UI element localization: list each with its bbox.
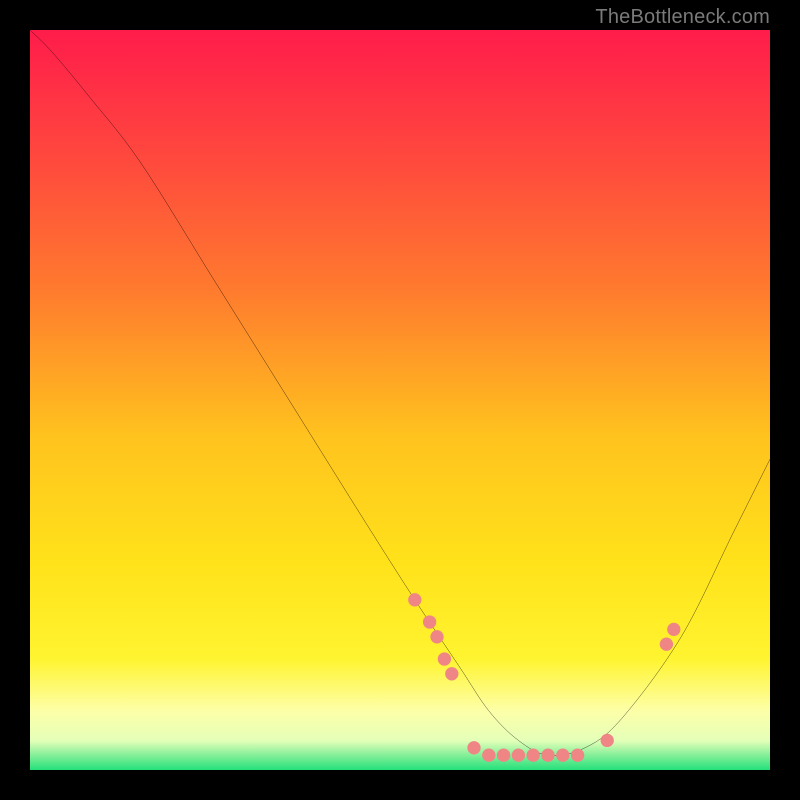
data-point bbox=[482, 749, 495, 762]
data-point bbox=[423, 615, 436, 628]
data-point bbox=[445, 667, 458, 680]
data-point bbox=[601, 734, 614, 747]
data-point bbox=[667, 623, 680, 636]
data-points bbox=[408, 593, 680, 762]
data-point bbox=[512, 749, 525, 762]
data-point bbox=[438, 652, 451, 665]
chart-frame: TheBottleneck.com bbox=[0, 0, 800, 800]
data-point bbox=[556, 749, 569, 762]
data-point bbox=[527, 749, 540, 762]
data-point bbox=[571, 749, 584, 762]
plot-area bbox=[30, 30, 770, 770]
data-point bbox=[660, 638, 673, 651]
bottleneck-curve bbox=[30, 30, 770, 756]
data-point bbox=[467, 741, 480, 754]
data-point bbox=[430, 630, 443, 643]
data-point bbox=[497, 749, 510, 762]
plot-svg bbox=[30, 30, 770, 770]
data-point bbox=[541, 749, 554, 762]
data-point bbox=[408, 593, 421, 606]
watermark-label: TheBottleneck.com bbox=[595, 6, 770, 29]
